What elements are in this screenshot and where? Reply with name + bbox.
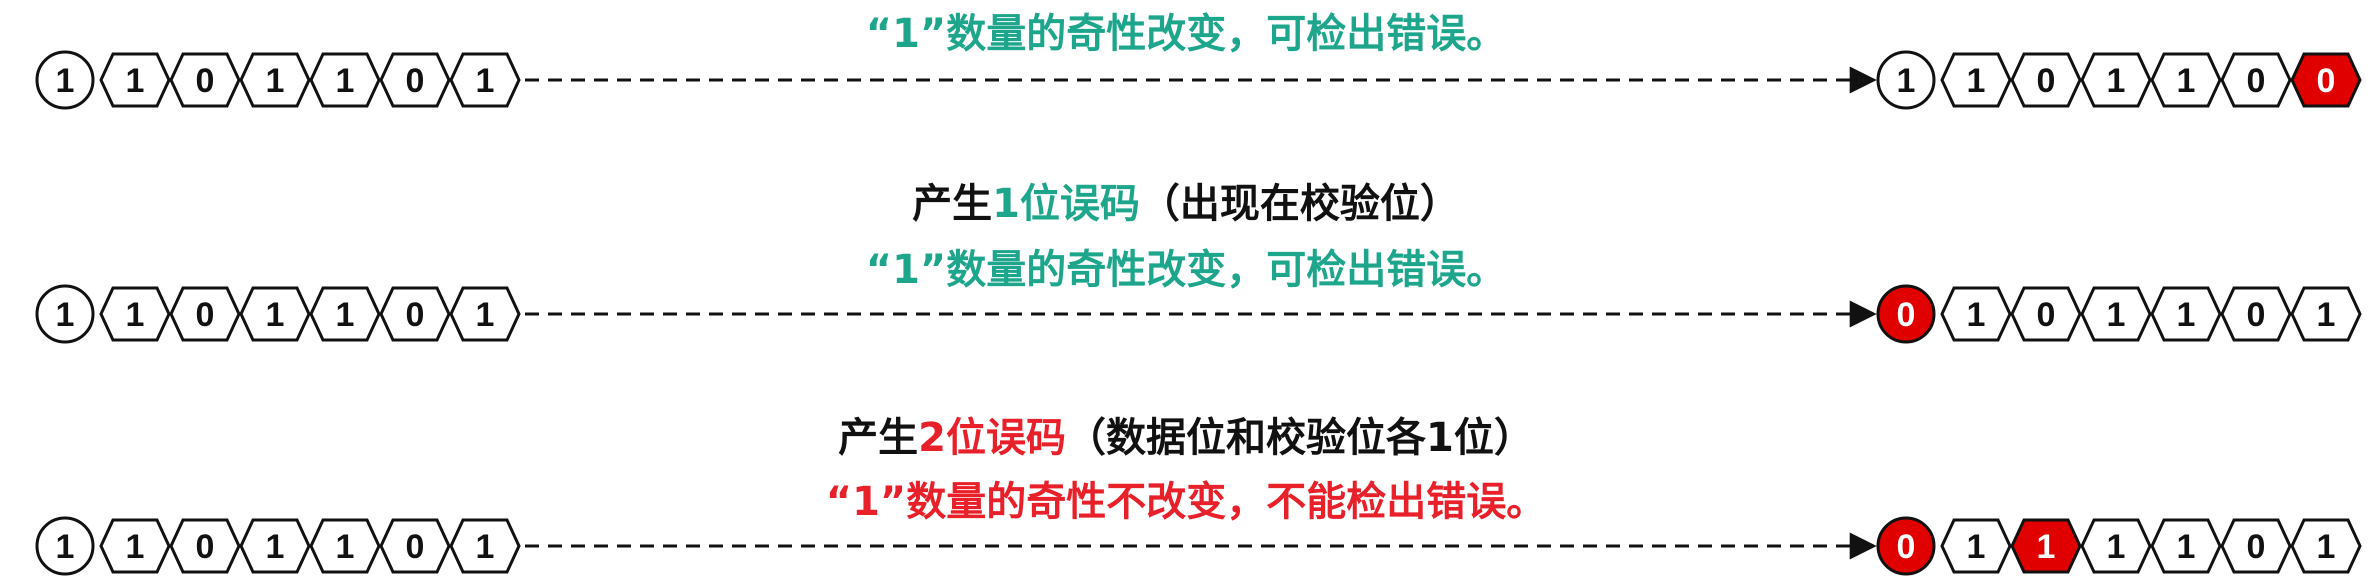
row2-sent-bit-6-label: 1 — [476, 296, 495, 334]
row3-sent-bit-3-label: 1 — [266, 528, 285, 566]
row1-received-bit-3-label: 1 — [2107, 62, 2126, 100]
bit-sequences: 1 1 0 1 1 0 1 1 1 0 1 1 0 01 1 0 1 1 0 1 0 1 0 1 1 0 11 1 0 1 1 0 1 0 1 1 1 1… — [35, 50, 2362, 576]
row1-sent-bit-5-label: 0 — [406, 62, 425, 100]
row3-received-bit-4-label: 1 — [2177, 528, 2196, 566]
row3-sent-bit-5-label: 0 — [406, 528, 425, 566]
row1-sent: 1 1 0 1 1 0 1 — [35, 50, 521, 110]
row3-sent: 1 1 0 1 1 0 1 — [35, 516, 521, 576]
row1-received: 1 1 0 1 1 0 0 — [1876, 50, 2362, 110]
row2-sent-bit-5-label: 0 — [406, 296, 425, 334]
row2-received: 0 1 0 1 1 0 1 — [1876, 284, 2362, 344]
row2-received-bit-6-label: 1 — [2317, 296, 2336, 334]
row2-received-bit-4-label: 1 — [2177, 296, 2196, 334]
row3-sent-bit-2-label: 0 — [196, 528, 215, 566]
row2-sent-bit-3-label: 1 — [266, 296, 285, 334]
row2-sent-bit-2-label: 0 — [196, 296, 215, 334]
row2-received-bit-3-label: 1 — [2107, 296, 2126, 334]
parity-diagram: “1”数量的奇性改变，可检出错误。 产生1位误码（出现在校验位） “1”数量的奇… — [0, 0, 2372, 582]
row3-received-bit-2-label: 1 — [2037, 528, 2056, 566]
row3-sent-bit-4-label: 1 — [336, 528, 355, 566]
row3-received-bit-5-label: 0 — [2247, 528, 2266, 566]
row2-received-bit-0-label: 0 — [1897, 296, 1916, 334]
row2-received-bit-5-label: 0 — [2247, 296, 2266, 334]
row1-received-bit-6-label: 0 — [2317, 62, 2336, 100]
row1-sent-bit-0-label: 1 — [56, 62, 75, 100]
row1-received-bit-4-label: 1 — [2177, 62, 2196, 100]
row3-received-bit-3-label: 1 — [2107, 528, 2126, 566]
row3-received: 0 1 1 1 1 0 1 — [1876, 516, 2362, 576]
row3-received-bit-6-label: 1 — [2317, 528, 2336, 566]
row1-received-bit-0-label: 1 — [1897, 62, 1916, 100]
row2-received-bit-1-label: 1 — [1967, 296, 1986, 334]
row3-sent-bit-1-label: 1 — [126, 528, 145, 566]
row3-sent-bit-6-label: 1 — [476, 528, 495, 566]
row2-sent-bit-4-label: 1 — [336, 296, 355, 334]
row3-received-bit-1-label: 1 — [1967, 528, 1986, 566]
row1-received-bit-5-label: 0 — [2247, 62, 2266, 100]
row1-sent-bit-4-label: 1 — [336, 62, 355, 100]
row3-sent-bit-0-label: 1 — [56, 528, 75, 566]
row1-sent-bit-6-label: 1 — [476, 62, 495, 100]
row1-sent-bit-3-label: 1 — [266, 62, 285, 100]
row1-received-bit-2-label: 0 — [2037, 62, 2056, 100]
row1-received-bit-1-label: 1 — [1967, 62, 1986, 100]
row3-received-bit-0-label: 0 — [1897, 528, 1916, 566]
row2-sent-bit-1-label: 1 — [126, 296, 145, 334]
row2-sent-bit-0-label: 1 — [56, 296, 75, 334]
row1-sent-bit-1-label: 1 — [126, 62, 145, 100]
row2-sent: 1 1 0 1 1 0 1 — [35, 284, 521, 344]
row2-received-bit-2-label: 0 — [2037, 296, 2056, 334]
row1-sent-bit-2-label: 0 — [196, 62, 215, 100]
